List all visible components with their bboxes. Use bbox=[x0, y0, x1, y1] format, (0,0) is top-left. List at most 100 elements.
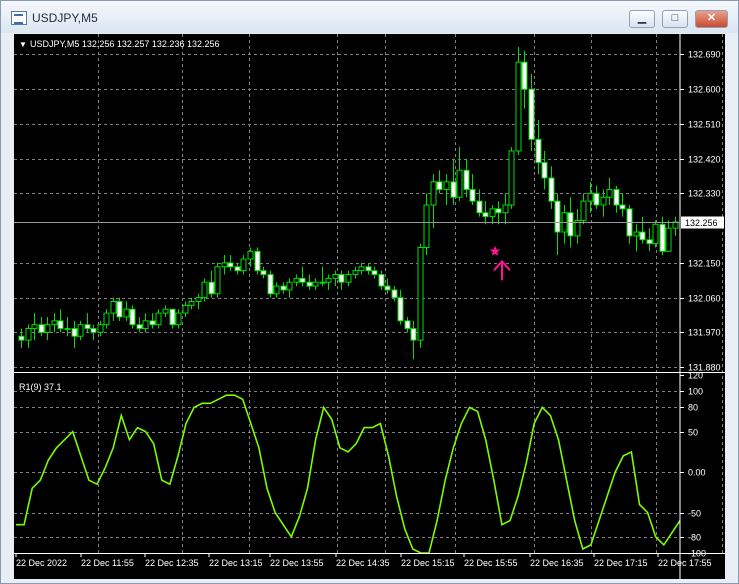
indicator-tick-label: 100 bbox=[688, 387, 703, 397]
candle-body bbox=[306, 281, 313, 287]
candle-body bbox=[227, 262, 234, 268]
price-chart-svg[interactable]: 132.690 132.600 132.510 132.420 132.330 132.1… bbox=[14, 34, 725, 579]
candle-body bbox=[325, 277, 332, 283]
candle-body bbox=[417, 246, 424, 341]
chart-window-icon bbox=[11, 11, 27, 25]
price-tick-label: 132.510 bbox=[688, 120, 721, 130]
chart-window: USDJPY,M5 ▁ □ ✕ 132.690 132.600 132.510 132… bbox=[0, 0, 739, 584]
time-axis-label: 22 Dec 15:55 bbox=[464, 558, 518, 568]
candle-body bbox=[31, 324, 38, 330]
candle-body bbox=[260, 270, 267, 275]
candle-body bbox=[64, 328, 71, 331]
indicator-tick-label: -100 bbox=[688, 549, 706, 559]
candle-body bbox=[149, 320, 156, 326]
chart-area[interactable]: 132.690 132.600 132.510 132.420 132.330 132.1… bbox=[14, 34, 725, 579]
candle-body bbox=[155, 312, 162, 326]
candle-body bbox=[554, 200, 561, 233]
close-button[interactable]: ✕ bbox=[695, 10, 728, 28]
indicator-tick-label: 120 bbox=[688, 371, 703, 381]
candle-body bbox=[208, 281, 215, 295]
price-tick-label: 132.690 bbox=[688, 50, 721, 60]
candle-body bbox=[84, 324, 91, 330]
candle-body bbox=[51, 320, 58, 326]
price-tick-label: 132.060 bbox=[688, 294, 721, 304]
candle-body bbox=[247, 250, 254, 260]
candle-body bbox=[502, 204, 509, 214]
candle-body bbox=[267, 273, 274, 295]
price-tick-label: 131.970 bbox=[688, 328, 721, 338]
candle-body bbox=[482, 212, 489, 218]
maximize-button[interactable]: □ bbox=[662, 10, 688, 28]
candle-body bbox=[77, 324, 84, 337]
candle-body bbox=[254, 250, 261, 272]
candle-body bbox=[123, 308, 130, 318]
candle-body bbox=[286, 281, 293, 291]
candle-body bbox=[404, 320, 411, 330]
candle-body bbox=[136, 324, 143, 330]
candle-body bbox=[639, 231, 646, 241]
candle-body bbox=[71, 328, 78, 337]
price-tick-label: 132.150 bbox=[688, 259, 721, 269]
candle-body bbox=[25, 328, 32, 341]
indicator-tick-label: -50 bbox=[688, 509, 701, 519]
candle-body bbox=[293, 277, 300, 283]
candle-body bbox=[18, 335, 25, 341]
candle-body bbox=[338, 273, 345, 283]
candle-body bbox=[521, 61, 528, 90]
candle-body bbox=[221, 262, 228, 268]
candle-body bbox=[214, 266, 221, 295]
title-bar[interactable]: USDJPY,M5 ▁ □ ✕ bbox=[1, 1, 738, 33]
candle-body bbox=[633, 231, 640, 237]
candle-body bbox=[44, 324, 51, 333]
candle-body bbox=[312, 281, 319, 287]
candle-body bbox=[463, 169, 470, 191]
minimize-button[interactable]: ▁ bbox=[629, 10, 655, 28]
candle-body bbox=[646, 239, 653, 245]
candle-body bbox=[436, 181, 443, 191]
candle-body bbox=[240, 258, 247, 272]
candle-body bbox=[391, 289, 398, 299]
indicator-label: R1(9) 37.1 bbox=[19, 382, 62, 392]
candle-body bbox=[397, 297, 404, 322]
time-axis-label: 22 Dec 13:15 bbox=[209, 558, 263, 568]
candle-body bbox=[587, 192, 594, 202]
candle-body bbox=[116, 301, 123, 318]
candle-body bbox=[535, 138, 542, 164]
candle-body bbox=[57, 320, 64, 330]
symbol-dropdown-arrow[interactable]: ▼ bbox=[19, 40, 27, 49]
candle-body bbox=[450, 181, 457, 198]
time-axis-label: 22 Dec 14:35 bbox=[336, 558, 390, 568]
candle-body bbox=[195, 297, 202, 303]
time-axis-label: 22 Dec 17:55 bbox=[658, 558, 712, 568]
candle-body bbox=[175, 312, 182, 326]
indicator-tick-label: 50 bbox=[688, 428, 698, 438]
candle-body bbox=[652, 223, 659, 245]
current-price-label: 132.256 bbox=[685, 218, 718, 228]
candle-body bbox=[528, 88, 535, 140]
candle-body bbox=[38, 324, 45, 333]
candle-body bbox=[508, 150, 515, 206]
candle-body bbox=[371, 270, 378, 275]
candle-body bbox=[384, 285, 391, 291]
candle-body bbox=[469, 189, 476, 202]
indicator-tick-label: -80 bbox=[688, 533, 701, 543]
candle-body bbox=[580, 200, 587, 221]
indicator-line bbox=[16, 394, 681, 554]
candle-body bbox=[319, 281, 326, 284]
candle-body bbox=[613, 189, 620, 206]
time-axis-label: 22 Dec 2022 bbox=[16, 558, 67, 568]
time-axis-label: 22 Dec 16:35 bbox=[530, 558, 584, 568]
candle-body bbox=[548, 177, 555, 202]
candlestick-series[interactable] bbox=[18, 46, 679, 360]
candle-body bbox=[201, 281, 208, 299]
price-tick-label: 132.330 bbox=[688, 189, 721, 199]
candle-body bbox=[456, 169, 463, 198]
grid-lines bbox=[14, 34, 723, 554]
candle-body bbox=[365, 266, 372, 272]
candle-body bbox=[495, 208, 502, 214]
candle-body bbox=[352, 270, 359, 275]
indicator-series[interactable] bbox=[16, 394, 681, 554]
candle-body bbox=[541, 162, 548, 179]
candle-body bbox=[378, 273, 385, 287]
candle-body bbox=[665, 227, 672, 252]
